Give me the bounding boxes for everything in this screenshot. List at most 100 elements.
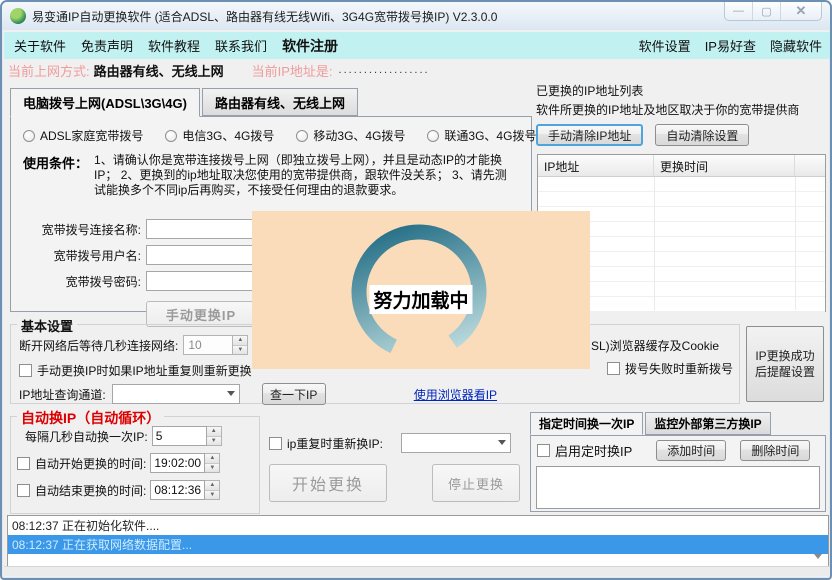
radio-unicom[interactable]: 联通3G、4G拨号 (427, 127, 536, 144)
wait-seconds-label: 断开网络后等待几秒连接网络: (19, 337, 178, 354)
browser-view-ip-link[interactable]: 使用浏览器看IP (414, 386, 497, 403)
loading-overlay: 努力加载中 (252, 211, 590, 369)
tab-pc-dialup[interactable]: 电脑拨号上网(ADSL\3G\4G) (10, 88, 200, 117)
dial-tabstrip: 电脑拨号上网(ADSL\3G\4G) 路由器有线、无线上网 (10, 88, 360, 116)
delete-time-button[interactable]: 删除时间 (740, 440, 810, 461)
start-time-input[interactable]: 19:02:00 (150, 453, 205, 473)
enable-timer-checkbox[interactable] (537, 444, 550, 457)
log-box[interactable]: 08:12:37 正在初始化软件.... 08:12:37 正在获取网络数据配置… (7, 515, 829, 568)
dup-ip-manual-checkbox-row[interactable]: 手动更换IP时如果IP地址重复则重新更换 (19, 362, 252, 379)
spin-up-icon[interactable]: ▲ (233, 336, 247, 345)
start-change-button[interactable]: 开始更换 (269, 464, 387, 502)
spin-up-icon[interactable]: ▲ (207, 427, 221, 436)
timer-panel: 指定时间换一次IP 监控外部第三方换IP 启用定时换IP 添加时间 删除时间 (530, 412, 826, 512)
status-row: 当前上网方式: 路由器有线、无线上网 当前IP地址是: ............… (8, 60, 828, 80)
wait-seconds-input[interactable]: 10 (183, 335, 233, 355)
close-icon[interactable]: ✕ (781, 2, 821, 20)
loading-text: 努力加载中 (369, 285, 472, 314)
auto-loop-title: 自动换IP（自动循环） (17, 408, 164, 428)
ip-query-label: IP地址查询通道: (19, 386, 106, 403)
wait-seconds-row: 断开网络后等待几秒连接网络: 10 ▲▼ (19, 335, 248, 355)
window-title: 易变通IP自动更换软件 (适合ADSL、路由器有线无线Wifi、3G4G宽带拨号… (32, 8, 497, 25)
ip-query-combo[interactable] (112, 384, 240, 404)
dup-retry-checkbox[interactable] (269, 437, 282, 450)
conditions-text: 1、请确认你是宽带连接拨号上网（即独立拨号上网），并且是动态IP的才能换IP； … (94, 153, 518, 198)
checkbox-icon[interactable] (607, 362, 620, 375)
start-time-stepper[interactable]: ▲▼ (205, 453, 220, 473)
start-time-row: 自动开始更换的时间: 19:02:00 ▲▼ (17, 453, 220, 473)
conn-name-label: 宽带拨号连接名称: (11, 221, 141, 238)
spin-down-icon[interactable]: ▼ (205, 463, 219, 473)
radio-unicom-label: 联通3G、4G拨号 (444, 127, 536, 144)
radio-mobile-label: 移动3G、4G拨号 (313, 127, 405, 144)
menu-about[interactable]: 关于软件 (14, 36, 66, 55)
dup-retry-row[interactable]: ip重复时重新换IP: (269, 433, 511, 453)
radio-mobile[interactable]: 移动3G、4G拨号 (296, 127, 405, 144)
menu-settings[interactable]: 软件设置 (639, 36, 691, 55)
spin-down-icon[interactable]: ▼ (233, 345, 247, 355)
timer-list[interactable] (536, 466, 820, 509)
interval-stepper[interactable]: ▲▼ (207, 426, 222, 446)
interval-row: 每隔几秒自动换一次IP: 5 ▲▼ (25, 426, 222, 446)
dup-retry-label: ip重复时重新换IP: (287, 435, 383, 452)
password-label: 宽带拨号密码: (11, 273, 141, 290)
start-time-checkbox[interactable] (17, 457, 30, 470)
notify-settings-button[interactable]: IP更换成功 后提醒设置 (746, 326, 824, 402)
col-change-time[interactable]: 更换时间 (654, 155, 795, 176)
spin-down-icon[interactable]: ▼ (205, 490, 219, 500)
menu-ip-check[interactable]: IP易好查 (705, 36, 756, 55)
chevron-down-icon[interactable] (814, 554, 822, 559)
status-strip (4, 566, 832, 576)
ip-query-row: IP地址查询通道: 查一下IP 使用浏览器看IP (19, 383, 497, 405)
caption-buttons: — ▢ ✕ (724, 2, 822, 21)
menu-disclaimer[interactable]: 免责声明 (81, 36, 133, 55)
radio-icon (23, 130, 35, 142)
radio-icon (165, 130, 177, 142)
interval-input[interactable]: 5 (152, 426, 207, 446)
checkbox-icon[interactable] (19, 364, 32, 377)
redial-checkbox-row[interactable]: 拨号失败时重新拨号 (607, 360, 733, 377)
spin-up-icon[interactable]: ▲ (205, 454, 219, 463)
tab-external-monitor[interactable]: 监控外部第三方换IP (645, 412, 770, 435)
radio-adsl[interactable]: ADSL家庭宽带拨号 (23, 127, 143, 144)
spin-up-icon[interactable]: ▲ (205, 481, 219, 490)
spin-down-icon[interactable]: ▼ (207, 436, 221, 446)
end-time-checkbox[interactable] (17, 484, 30, 497)
ip-table-header: IP地址 更换时间 (538, 155, 825, 177)
dup-ip-manual-label: 手动更换IP时如果IP地址重复则重新更换 (37, 362, 252, 379)
menu-tutorial[interactable]: 软件教程 (148, 36, 200, 55)
menu-contact[interactable]: 联系我们 (215, 36, 267, 55)
radio-telecom-label: 电信3G、4G拨号 (182, 127, 274, 144)
app-icon (10, 8, 26, 24)
end-time-label: 自动结束更换的时间: (35, 482, 146, 499)
col-ip-address[interactable]: IP地址 (538, 155, 654, 176)
clear-ip-manual-button[interactable]: 手动清除IP地址 (536, 124, 643, 146)
menu-register[interactable]: 软件注册 (282, 36, 338, 56)
radio-icon (427, 130, 439, 142)
log-line[interactable]: 08:12:37 正在初始化软件.... (8, 516, 828, 535)
stop-change-button[interactable]: 停止更换 (432, 464, 520, 502)
radio-telecom[interactable]: 电信3G、4G拨号 (165, 127, 274, 144)
maximize-icon[interactable]: ▢ (753, 2, 781, 20)
minimize-icon[interactable]: — (725, 2, 753, 20)
check-ip-button[interactable]: 查一下IP (262, 383, 326, 405)
title-bar: 易变通IP自动更换软件 (适合ADSL、路由器有线无线Wifi、3G4G宽带拨号… (2, 2, 830, 30)
menu-hide[interactable]: 隐藏软件 (770, 36, 822, 55)
end-time-stepper[interactable]: ▲▼ (205, 480, 220, 500)
dup-retry-combo[interactable] (401, 433, 511, 453)
chevron-down-icon (498, 440, 506, 445)
end-time-input[interactable]: 08:12:36 (150, 480, 205, 500)
tab-router[interactable]: 路由器有线、无线上网 (202, 88, 358, 116)
basic-settings-title: 基本设置 (17, 316, 77, 335)
timer-body: 启用定时换IP 添加时间 删除时间 (530, 435, 826, 512)
start-time-label: 自动开始更换的时间: (35, 455, 146, 472)
log-line-selected[interactable]: 08:12:37 正在获取网络数据配置... (8, 535, 828, 554)
wait-seconds-stepper[interactable]: ▲▼ (233, 335, 248, 355)
tab-scheduled-change[interactable]: 指定时间换一次IP (530, 412, 643, 435)
col-divider (795, 177, 796, 310)
col-extra (795, 155, 825, 176)
ip-list-title: 已更换的IP地址列表 (536, 82, 828, 99)
current-ip-value: .................. (339, 64, 430, 76)
add-time-button[interactable]: 添加时间 (656, 440, 726, 461)
clear-ip-auto-button[interactable]: 自动清除设置 (655, 124, 749, 146)
